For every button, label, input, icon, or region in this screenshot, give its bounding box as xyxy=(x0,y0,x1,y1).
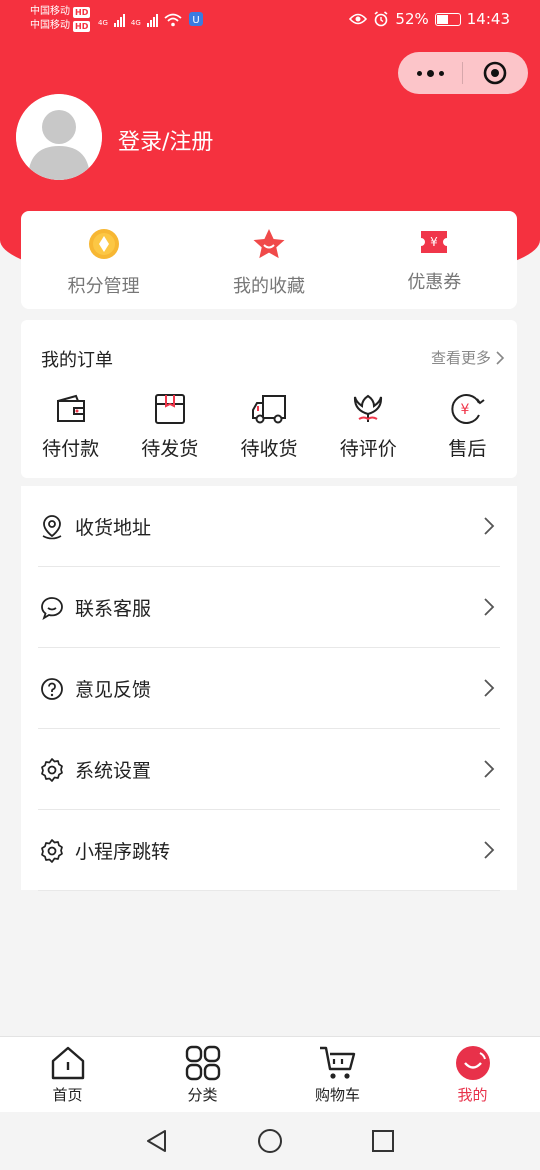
svg-text:¥: ¥ xyxy=(430,235,438,249)
star-icon xyxy=(253,229,285,259)
battery-icon xyxy=(434,12,461,26)
quick-item-favorites[interactable]: 我的收藏 xyxy=(186,211,351,309)
menu-item-address[interactable]: 收货地址 xyxy=(21,486,517,567)
svg-text:U: U xyxy=(192,15,199,26)
tab-label: 购物车 xyxy=(314,1086,360,1104)
avatar[interactable] xyxy=(16,94,102,180)
orders-title: 我的订单 xyxy=(41,350,113,371)
more-options-icon[interactable] xyxy=(398,69,462,77)
chevron-right-icon xyxy=(484,841,495,859)
home-icon xyxy=(51,1046,84,1080)
tab-label: 分类 xyxy=(187,1086,218,1104)
grid-icon xyxy=(185,1045,220,1081)
tab-category[interactable]: 分类 xyxy=(135,1037,270,1112)
truck-icon xyxy=(252,395,286,424)
quick-item-coupons[interactable]: ¥ 优惠券 xyxy=(352,211,517,309)
order-pending-shipment[interactable]: 待发货 xyxy=(120,392,219,461)
view-more-label: 查看更多 xyxy=(430,349,491,367)
signal-icon xyxy=(146,14,158,27)
order-after-sales[interactable]: ¥ 售后 xyxy=(418,392,517,461)
menu-item-label: 小程序跳转 xyxy=(75,841,171,863)
battery-percent: 52% xyxy=(395,10,429,28)
hd-badge: HD xyxy=(73,20,91,32)
quick-item-points[interactable]: 积分管理 xyxy=(21,211,186,309)
back-icon[interactable] xyxy=(144,1128,170,1154)
points-icon xyxy=(88,229,119,259)
tab-cart[interactable]: 购物车 xyxy=(270,1037,405,1112)
view-more-link[interactable]: 查看更多 xyxy=(431,347,505,368)
chat-icon xyxy=(39,595,65,621)
network-type-1: 4G xyxy=(98,19,108,27)
alarm-icon xyxy=(374,11,388,27)
menu-item-settings[interactable]: 系统设置 xyxy=(21,729,517,810)
close-miniprogram-icon[interactable] xyxy=(463,60,527,86)
wifi-icon xyxy=(164,13,182,27)
status-right: 52% 14:43 xyxy=(349,10,510,28)
coupon-icon: ¥ xyxy=(421,231,448,253)
order-pending-review[interactable]: 待评价 xyxy=(319,392,418,461)
login-register-link[interactable]: 登录/注册 xyxy=(118,124,213,156)
chevron-right-icon xyxy=(484,517,495,535)
quick-item-label: 我的收藏 xyxy=(232,276,305,297)
menu-item-label: 联系客服 xyxy=(75,598,152,620)
order-pending-payment[interactable]: 待付款 xyxy=(21,392,120,461)
carrier-1: 中国移动 xyxy=(30,6,70,17)
menu-item-label: 系统设置 xyxy=(75,760,152,782)
wallet-icon xyxy=(56,394,85,422)
tab-profile[interactable]: 我的 xyxy=(405,1037,540,1112)
bottom-tab-bar: 首页 分类 购物车 我的 xyxy=(0,1036,540,1112)
gear-icon xyxy=(39,757,65,783)
carrier-info: 中国移动 HD 中国移动 HD xyxy=(30,5,91,33)
settings-menu: 收货地址 联系客服 意见反馈 系统设置 小程序跳转 xyxy=(21,486,517,891)
quick-item-label: 优惠券 xyxy=(407,272,462,293)
gear-icon xyxy=(39,838,65,864)
menu-item-feedback[interactable]: 意见反馈 xyxy=(21,648,517,729)
clock: 14:43 xyxy=(466,10,510,28)
chevron-right-icon xyxy=(484,598,495,616)
eye-icon xyxy=(349,13,368,25)
order-status-label: 待评价 xyxy=(339,438,397,460)
order-status-label: 待付款 xyxy=(42,438,100,460)
recents-icon[interactable] xyxy=(370,1128,396,1154)
network-type-2: 4G xyxy=(130,19,141,27)
cart-icon xyxy=(319,1046,355,1079)
signal-icon xyxy=(113,14,125,27)
profile-icon xyxy=(455,1046,490,1080)
package-icon xyxy=(154,394,185,424)
shield-app-icon: U xyxy=(188,12,203,26)
chevron-right-icon xyxy=(496,350,505,365)
tab-label: 首页 xyxy=(52,1086,83,1104)
signal-indicators: 4G 4G U xyxy=(98,11,204,27)
menu-item-support[interactable]: 联系客服 xyxy=(21,567,517,648)
tab-label: 我的 xyxy=(457,1086,488,1104)
menu-item-label: 意见反馈 xyxy=(75,679,152,701)
home-circle-icon[interactable] xyxy=(257,1128,283,1154)
quick-item-label: 积分管理 xyxy=(67,276,140,297)
carrier-2: 中国移动 xyxy=(30,20,70,31)
orders-card: 我的订单 查看更多 待付款 待发货 待收货 待评价 ¥ 售后 xyxy=(21,320,517,478)
status-bar: 中国移动 HD 中国移动 HD 4G 4G U 52% 14:43 xyxy=(0,0,540,40)
menu-item-miniprogram-jump[interactable]: 小程序跳转 xyxy=(21,810,517,891)
order-status-label: 待收货 xyxy=(240,438,298,460)
refund-icon: ¥ xyxy=(451,394,486,424)
quick-actions-card: 积分管理 我的收藏 ¥ 优惠券 xyxy=(21,211,517,309)
order-status-label: 待发货 xyxy=(141,438,199,460)
system-navigation-bar xyxy=(0,1112,540,1170)
miniprogram-capsule xyxy=(398,52,528,94)
order-status-label: 售后 xyxy=(448,438,487,460)
flower-icon xyxy=(354,394,383,422)
question-icon xyxy=(39,676,65,702)
menu-item-label: 收货地址 xyxy=(75,517,152,539)
order-pending-receipt[interactable]: 待收货 xyxy=(219,392,318,461)
tab-home[interactable]: 首页 xyxy=(0,1037,135,1112)
location-icon xyxy=(39,514,65,540)
svg-text:¥: ¥ xyxy=(461,402,470,418)
default-avatar-icon xyxy=(16,94,102,180)
order-status-row: 待付款 待发货 待收货 待评价 ¥ 售后 xyxy=(21,392,517,461)
hd-badge: HD xyxy=(73,6,91,18)
chevron-right-icon xyxy=(484,679,495,697)
chevron-right-icon xyxy=(484,760,495,778)
